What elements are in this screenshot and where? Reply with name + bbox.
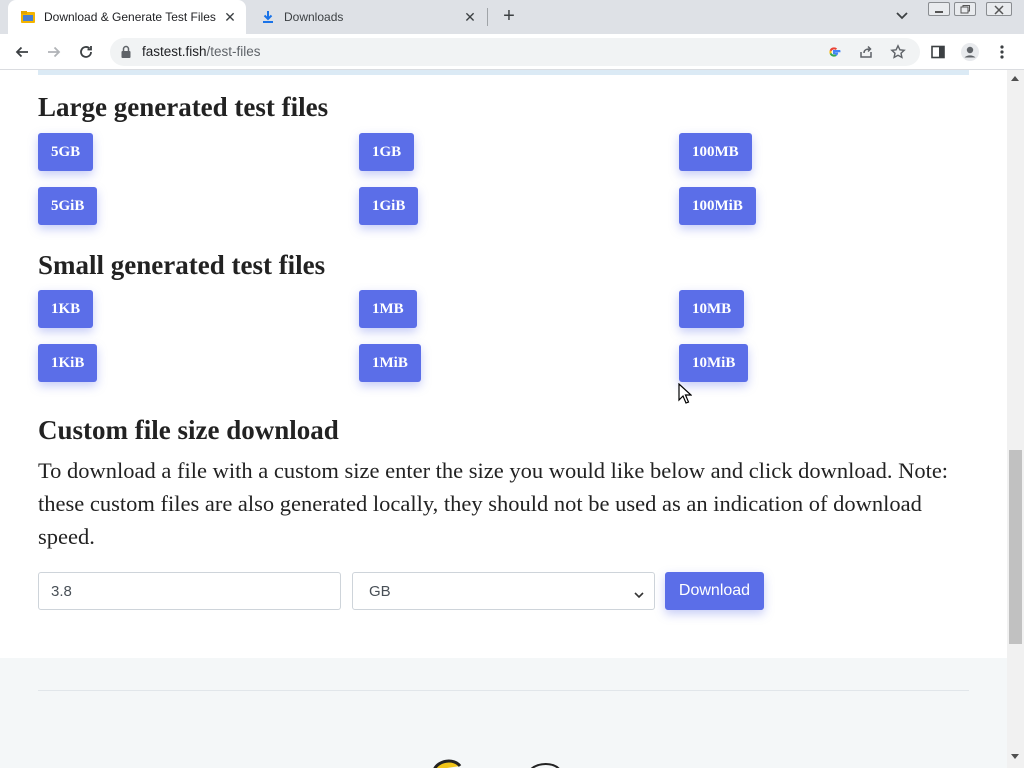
close-window-icon[interactable] — [986, 2, 1012, 16]
custom-size-value: 3.8 — [51, 582, 72, 600]
footer-logo-icon — [432, 757, 567, 768]
tab-strip: Download & Generate Test Files ✕ Downloa… — [0, 0, 1024, 34]
scroll-down-icon[interactable] — [1011, 754, 1019, 759]
download-5gb-button[interactable]: 5GB — [38, 133, 94, 171]
lock-icon[interactable] — [120, 45, 132, 64]
tab-search-icon[interactable] — [895, 8, 915, 26]
info-banner-edge — [38, 70, 969, 75]
download-1kib-button[interactable]: 1KiB — [38, 344, 98, 382]
large-files-heading: Large generated test files — [38, 92, 329, 122]
bookmark-star-icon[interactable] — [889, 43, 907, 61]
tab-title: Download & Generate Test Files — [44, 10, 216, 24]
url-host: fastest.fish — [142, 44, 207, 59]
scroll-thumb[interactable] — [1009, 450, 1022, 644]
side-panel-icon[interactable] — [926, 40, 950, 64]
custom-size-input[interactable]: 3.8 — [38, 572, 341, 610]
new-tab-icon[interactable]: + — [498, 6, 520, 28]
unit-select[interactable]: GB — [352, 572, 655, 610]
profile-avatar-icon[interactable] — [958, 40, 982, 64]
download-100mb-button[interactable]: 100MB — [679, 133, 752, 171]
url-text: fastest.fish/test-files — [142, 44, 261, 59]
tab-title: Downloads — [284, 10, 344, 24]
download-1mib-button[interactable]: 1MiB — [359, 344, 421, 382]
footer-divider — [38, 690, 969, 691]
page-scrollbar[interactable] — [1007, 70, 1024, 768]
reload-icon[interactable] — [74, 40, 98, 64]
menu-kebab-icon[interactable] — [990, 40, 1014, 64]
tab-divider — [487, 8, 488, 26]
browser-toolbar: fastest.fish/test-files — [0, 34, 1024, 70]
download-1gb-button[interactable]: 1GB — [359, 133, 415, 171]
page-footer — [0, 658, 1007, 768]
download-5gib-button[interactable]: 5GiB — [38, 187, 98, 225]
url-path: /test-files — [206, 44, 261, 59]
share-icon[interactable] — [857, 43, 875, 61]
back-icon[interactable] — [10, 40, 34, 64]
download-icon — [260, 9, 276, 25]
minimize-icon[interactable] — [928, 2, 950, 16]
custom-size-description: To download a file with a custom size en… — [38, 458, 949, 549]
custom-download-button[interactable]: Download — [665, 572, 764, 610]
custom-size-heading: Custom file size download — [38, 415, 339, 445]
unit-select-value: GB — [369, 582, 391, 600]
tab-downloads[interactable]: Downloads ✕ — [248, 0, 486, 34]
download-100mib-button[interactable]: 100MiB — [679, 187, 756, 225]
tab-test-files[interactable]: Download & Generate Test Files ✕ — [8, 0, 246, 34]
page-viewport: Large generated test files 5GB 1GB 100MB… — [0, 70, 1007, 768]
forward-icon[interactable] — [42, 40, 66, 64]
close-tab-icon[interactable]: ✕ — [460, 7, 480, 27]
scroll-up-icon[interactable] — [1011, 76, 1019, 81]
download-10mb-button[interactable]: 10MB — [679, 290, 745, 328]
download-1mb-button[interactable]: 1MB — [359, 290, 417, 328]
address-bar[interactable]: fastest.fish/test-files — [110, 38, 920, 66]
folder-icon — [20, 9, 36, 25]
close-tab-icon[interactable]: ✕ — [220, 7, 240, 27]
restore-icon[interactable] — [954, 2, 976, 16]
small-files-heading: Small generated test files — [38, 250, 326, 280]
google-icon[interactable] — [825, 43, 843, 61]
download-1kb-button[interactable]: 1KB — [38, 290, 94, 328]
download-1gib-button[interactable]: 1GiB — [359, 187, 419, 225]
download-10mib-button[interactable]: 10MiB — [679, 344, 749, 382]
chevron-down-icon — [634, 586, 644, 603]
mouse-cursor-icon — [678, 382, 693, 410]
